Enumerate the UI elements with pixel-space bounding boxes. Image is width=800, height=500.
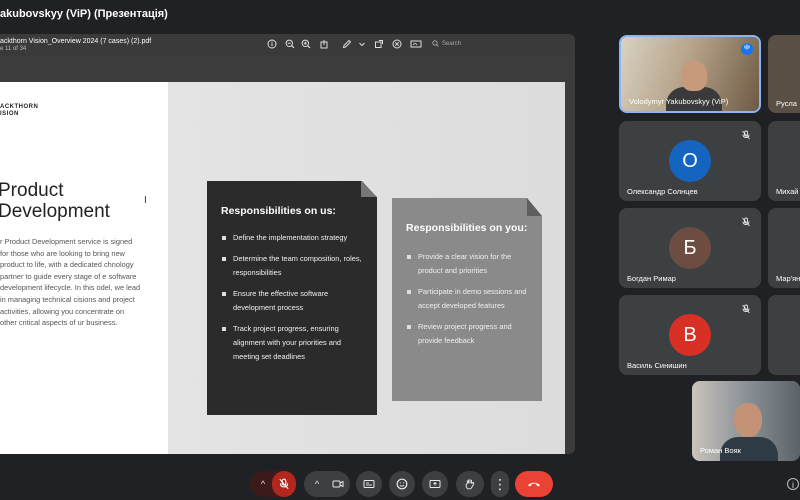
card-us-fold xyxy=(361,181,377,197)
window-title: akubovskyy (ViP) (Презентація) xyxy=(0,8,168,20)
hangup-icon xyxy=(528,482,540,487)
captions-button[interactable] xyxy=(356,471,382,497)
participant-tile-vasyl[interactable]: В Василь Синишин xyxy=(619,295,761,375)
list-item: Define the implementation strategy xyxy=(221,231,365,245)
card-us-title: Responsibilities on us: xyxy=(221,205,336,217)
emoji-button[interactable] xyxy=(389,471,415,497)
card-you-fold xyxy=(527,198,542,216)
list-item: Participate in demo sessions and accept … xyxy=(406,285,530,313)
participant-tile-bohdan[interactable]: Б Богдан Римар xyxy=(619,208,761,288)
participant-name: Volodymyr Yakubovskyy (ViP) xyxy=(629,97,729,106)
search-placeholder: Search xyxy=(442,41,462,48)
participant-tile-mykhailo[interactable]: Михай xyxy=(768,121,800,201)
mic-off-icon xyxy=(279,478,289,490)
video-person-head xyxy=(681,61,707,91)
external-icon[interactable] xyxy=(373,39,385,51)
video-person-head xyxy=(734,403,762,437)
avatar: О xyxy=(669,140,711,182)
camera-button[interactable] xyxy=(326,471,350,497)
mic-off-button[interactable] xyxy=(272,471,296,497)
card-responsibilities-us: Responsibilities on us: Define the imple… xyxy=(207,181,377,415)
mic-options-chevron-icon[interactable]: ^ xyxy=(256,471,270,497)
participant-tile-maryan[interactable]: Мар'ян xyxy=(768,208,800,288)
list-item: Determine the team composition, roles, r… xyxy=(221,252,365,280)
close-circle-icon[interactable] xyxy=(391,39,403,51)
present-button[interactable] xyxy=(422,471,448,497)
emoji-icon xyxy=(396,478,408,490)
list-item: Provide a clear vision for the product a… xyxy=(406,250,530,278)
slide-title: Product Development xyxy=(0,180,110,222)
sign-icon[interactable] xyxy=(410,39,422,51)
participant-tile-self[interactable]: Роман Вояк xyxy=(692,381,800,461)
info-icon[interactable]: i xyxy=(787,478,799,490)
raise-hand-icon xyxy=(465,479,475,490)
captions-icon xyxy=(363,480,375,489)
avatar: В xyxy=(669,314,711,356)
list-item: Ensure the effective software developmen… xyxy=(221,287,365,315)
slide-description: r Product Development service is signed … xyxy=(0,237,141,328)
info-icon[interactable] xyxy=(266,39,278,51)
mic-off-icon xyxy=(742,304,750,314)
zoom-out-icon[interactable] xyxy=(284,39,296,51)
speaking-indicator-icon xyxy=(741,43,753,55)
pdf-search[interactable]: Search xyxy=(432,40,461,47)
zoom-in-icon[interactable] xyxy=(300,39,312,51)
camera-options-chevron-icon[interactable]: ^ xyxy=(310,471,324,497)
draw-icon[interactable] xyxy=(341,39,353,51)
logo-text-line1: ACKTHORN xyxy=(0,104,39,110)
mic-off-icon xyxy=(742,130,750,140)
participant-name: Мар'ян xyxy=(776,274,800,283)
search-icon xyxy=(432,40,439,47)
card-responsibilities-you: Responsibilities on you: Provide a clear… xyxy=(392,198,542,401)
mic-off-icon xyxy=(742,217,750,227)
participant-name: Василь Синишин xyxy=(627,361,687,370)
logo-text-line2: ISION xyxy=(0,111,19,117)
card-you-list: Provide a clear vision for the product a… xyxy=(406,250,530,348)
more-options-button[interactable]: ⋮ xyxy=(491,471,509,497)
card-us-list: Define the implementation strategy Deter… xyxy=(221,231,365,364)
chevron-down-icon[interactable] xyxy=(356,39,368,51)
participant-tile-partial[interactable] xyxy=(768,295,800,375)
present-icon xyxy=(429,480,441,489)
mic-control-group: ^ xyxy=(250,471,296,497)
camera-control-group: ^ xyxy=(304,471,350,497)
list-item: Track project progress, ensuring alignme… xyxy=(221,322,365,364)
card-you-title: Responsibilities on you: xyxy=(406,222,528,234)
slide-page: ACKTHORN ISION I Product Development r P… xyxy=(0,82,565,454)
share-icon[interactable] xyxy=(318,39,330,51)
participant-name: Михай xyxy=(776,187,799,196)
participant-name: Богдан Римар xyxy=(627,274,676,283)
participant-name: Русла xyxy=(776,99,797,108)
participant-tile-ruslan[interactable]: Русла xyxy=(768,35,800,113)
camera-icon xyxy=(332,480,344,488)
pdf-toolbar: ackthorn Vision_Overview 2024 (7 cases) … xyxy=(0,34,575,56)
participant-name: Олександр Солнцев xyxy=(627,187,698,196)
leave-call-button[interactable] xyxy=(515,471,553,497)
participant-tile-volodymyr[interactable]: Volodymyr Yakubovskyy (ViP) xyxy=(619,35,761,113)
pdf-page-info: e 11 of 34 xyxy=(0,46,27,52)
participant-tile-oleksandr[interactable]: О Олександр Солнцев xyxy=(619,121,761,201)
list-item: Review project progress and provide feed… xyxy=(406,320,530,348)
participant-name: Роман Вояк xyxy=(700,446,741,455)
pdf-viewer: ackthorn Vision_Overview 2024 (7 cases) … xyxy=(0,34,575,454)
pdf-filename: ackthorn Vision_Overview 2024 (7 cases) … xyxy=(0,38,152,45)
raise-hand-button[interactable] xyxy=(456,471,484,497)
avatar: Б xyxy=(669,227,711,269)
